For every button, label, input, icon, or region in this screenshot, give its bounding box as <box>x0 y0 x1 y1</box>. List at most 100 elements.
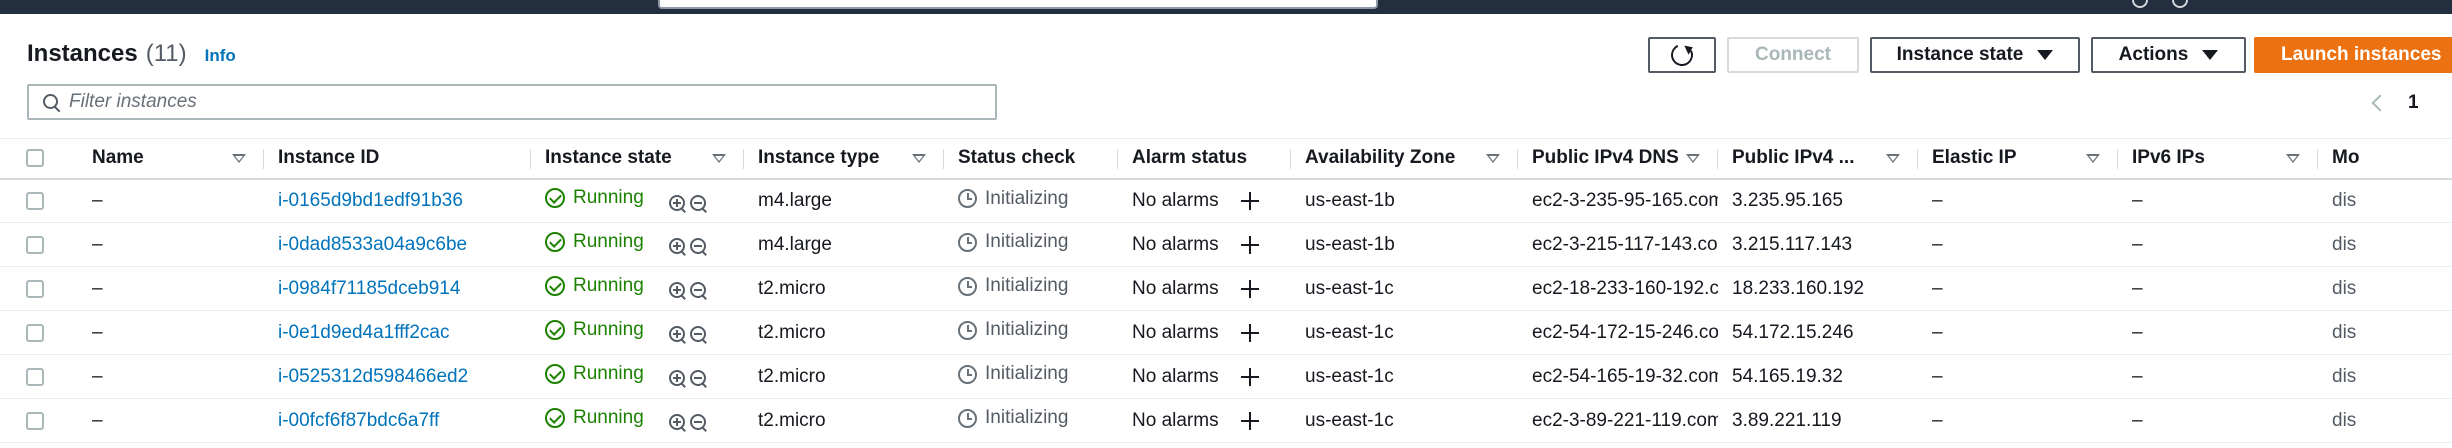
sort-icon <box>232 154 246 163</box>
info-link[interactable]: Info <box>205 46 236 66</box>
column-header-name[interactable]: Name <box>78 139 264 179</box>
running-status: Running <box>545 275 644 297</box>
instance-id-link[interactable]: i-00fcf6f87bdc6a7ff <box>278 410 439 431</box>
plus-icon[interactable] <box>1240 411 1259 430</box>
column-header-instance-id[interactable]: Instance ID <box>264 139 531 179</box>
column-header-instance-type[interactable]: Instance type <box>744 139 944 179</box>
check-circle-icon <box>545 408 565 428</box>
column-header-public-ipv4-dns[interactable]: Public IPv4 DNS <box>1518 139 1718 179</box>
table-row[interactable]: – i-0984f71185dceb914 Running t2.micro I… <box>0 267 2452 311</box>
zoom-in-icon[interactable] <box>669 238 686 255</box>
clock-icon <box>958 408 977 428</box>
column-header-availability-zone[interactable]: Availability Zone <box>1291 139 1518 179</box>
cell-instance-state: Running <box>531 355 744 399</box>
cell-instance-state: Running <box>531 399 744 443</box>
chevron-left-icon[interactable] <box>2371 94 2389 112</box>
plus-icon[interactable] <box>1240 323 1259 342</box>
clock-icon <box>958 320 977 340</box>
check-circle-icon <box>545 320 565 340</box>
column-header-alarm-status[interactable]: Alarm status <box>1118 139 1291 179</box>
instance-id-link[interactable]: i-0dad8533a04a9c6be <box>278 234 467 255</box>
cell-public-ipv4: 18.233.160.192 <box>1732 277 1865 299</box>
page-header: Instances (11) Info <box>27 40 236 70</box>
row-checkbox[interactable] <box>26 367 44 386</box>
column-header-status-check[interactable]: Status check <box>944 139 1118 179</box>
filter-instances-input[interactable] <box>69 91 969 113</box>
cell-instance-type: t2.micro <box>758 409 826 431</box>
row-checkbox[interactable] <box>26 279 44 298</box>
cell-status-check: Initializing <box>944 311 1118 355</box>
zoom-out-icon[interactable] <box>690 238 707 255</box>
cell-status-check: Initializing <box>944 267 1118 311</box>
caret-down-icon <box>2037 50 2054 60</box>
table-row[interactable]: – i-0dad8533a04a9c6be Running m4.large I… <box>0 223 2452 267</box>
zoom-in-icon[interactable] <box>669 326 686 343</box>
clock-icon <box>958 189 977 208</box>
column-header-public-ipv4[interactable]: Public IPv4 ... <box>1718 139 1918 179</box>
plus-icon[interactable] <box>1240 235 1259 254</box>
table-row[interactable]: – i-0165d9bd1edf91b36 Running m4.large I… <box>0 179 2452 223</box>
row-select-cell <box>0 267 78 311</box>
zoom-out-icon[interactable] <box>690 282 707 299</box>
plus-icon[interactable] <box>1240 279 1259 298</box>
current-page[interactable]: 1 <box>2408 92 2419 114</box>
check-circle-icon <box>545 276 565 296</box>
column-header-monitoring[interactable]: Mo <box>2318 139 2452 179</box>
table-row[interactable]: – i-0525312d598466ed2 Running t2.micro I… <box>0 355 2452 399</box>
initializing-status: Initializing <box>958 319 1068 341</box>
notifications-icon[interactable] <box>2132 0 2148 8</box>
instance-id-link[interactable]: i-0984f71185dceb914 <box>278 278 460 299</box>
cell-instance-state: Running <box>531 179 744 223</box>
select-all-checkbox[interactable] <box>26 149 44 168</box>
zoom-out-icon[interactable] <box>690 194 707 212</box>
connect-button[interactable]: Connect <box>1727 37 1859 73</box>
cell-alarm-status: No alarms <box>1118 267 1291 311</box>
instance-id-link[interactable]: i-0165d9bd1edf91b36 <box>278 190 463 211</box>
column-header-ipv6-ips[interactable]: IPv6 IPs <box>2118 139 2318 179</box>
zoom-in-icon[interactable] <box>669 282 686 299</box>
zoom-out-icon[interactable] <box>690 326 707 343</box>
global-search-bar[interactable] <box>658 0 1378 9</box>
row-checkbox[interactable] <box>26 411 44 430</box>
actions-dropdown[interactable]: Actions <box>2091 37 2246 73</box>
row-checkbox[interactable] <box>26 191 44 210</box>
cell-instance-id: i-0984f71185dceb914 <box>264 267 531 311</box>
filter-instances-field[interactable] <box>27 84 997 120</box>
instance-id-link[interactable]: i-0525312d598466ed2 <box>278 366 468 387</box>
cell-instance-type: m4.large <box>758 233 832 255</box>
refresh-button[interactable] <box>1648 37 1716 73</box>
launch-instances-button[interactable]: Launch instances <box>2254 37 2452 73</box>
zoom-in-icon[interactable] <box>669 414 686 431</box>
instance-state-dropdown[interactable]: Instance state <box>1870 37 2080 73</box>
cell-monitoring: dis <box>2332 321 2357 343</box>
settings-icon[interactable] <box>2172 0 2188 8</box>
instance-state-label: Instance state <box>1896 44 2024 65</box>
clock-icon <box>958 364 977 384</box>
column-header-instance-state[interactable]: Instance state <box>531 139 744 179</box>
plus-icon[interactable] <box>1240 191 1259 210</box>
cell-monitoring: dis <box>2332 233 2357 255</box>
instance-id-link[interactable]: i-0e1d9ed4a1fff2cac <box>278 322 450 343</box>
initializing-status: Initializing <box>958 363 1068 385</box>
zoom-out-icon[interactable] <box>690 370 707 387</box>
cell-public-ipv4: 3.215.117.143 <box>1732 233 1853 255</box>
row-checkbox[interactable] <box>26 235 44 254</box>
column-header-elastic-ip[interactable]: Elastic IP <box>1918 139 2118 179</box>
sort-icon <box>2086 154 2100 163</box>
table-row[interactable]: – i-0e1d9ed4a1fff2cac Running t2.micro I… <box>0 311 2452 355</box>
cell-status-check: Initializing <box>944 179 1118 223</box>
cell-ipv6-ips: – <box>2132 189 2143 211</box>
zoom-out-icon[interactable] <box>690 414 707 431</box>
zoom-in-icon[interactable] <box>669 370 686 387</box>
table-row[interactable]: – i-00fcf6f87bdc6a7ff Running t2.micro I… <box>0 399 2452 443</box>
cell-availability-zone: us-east-1b <box>1305 189 1395 211</box>
top-navigation-bar <box>0 0 2452 14</box>
row-checkbox[interactable] <box>26 323 44 342</box>
plus-icon[interactable] <box>1240 367 1259 386</box>
check-circle-icon <box>545 364 565 384</box>
cell-name: – <box>92 321 103 343</box>
zoom-controls <box>669 326 707 343</box>
cell-name: – <box>92 277 103 299</box>
cell-availability-zone: us-east-1c <box>1305 409 1394 431</box>
zoom-in-icon[interactable] <box>669 194 686 212</box>
